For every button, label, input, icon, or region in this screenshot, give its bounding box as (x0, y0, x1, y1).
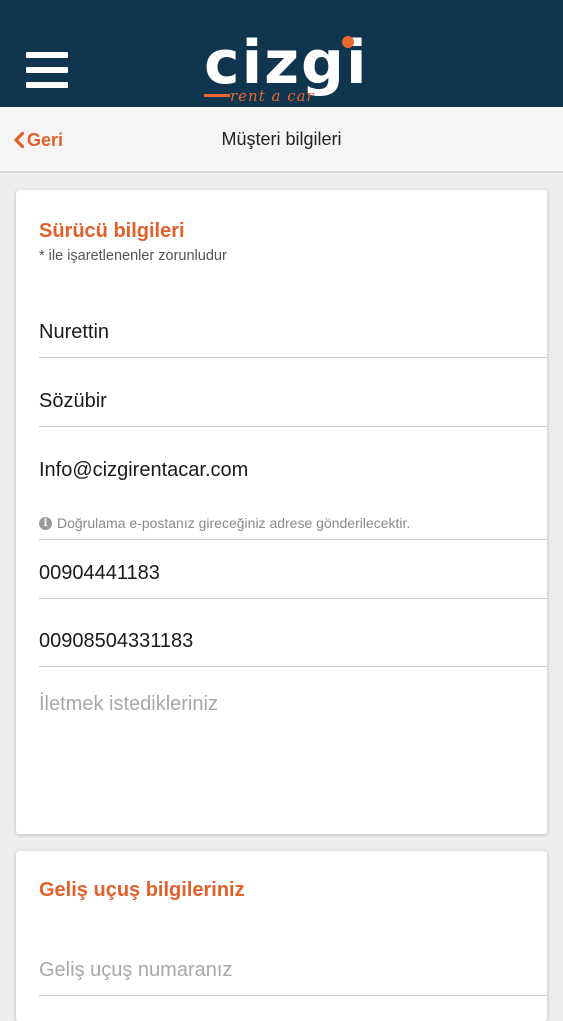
flight-info-title: Geliş uçuş bilgileriniz (39, 879, 245, 901)
driver-info-card: Sürücü bilgileri * ile işaretlenenler zo… (16, 190, 547, 834)
flight-number-input[interactable] (39, 946, 547, 996)
email-input[interactable] (39, 445, 547, 495)
message-textarea[interactable] (39, 690, 547, 830)
sub-header: Geri Müşteri bilgileri (0, 107, 563, 173)
logo-swoosh (204, 94, 230, 97)
hamburger-icon[interactable] (26, 52, 68, 88)
required-note: * ile işaretlenenler zorunludur (39, 248, 227, 264)
phone-input[interactable] (39, 549, 547, 599)
page-title: Müşteri bilgileri (221, 129, 342, 149)
brand-logo[interactable]: cizgi rent a car (204, 30, 367, 106)
logo-tagline: rent a car (230, 87, 315, 105)
logo-dot (342, 36, 354, 48)
divider (39, 539, 547, 540)
email-hint-text: Doğrulama e-postanız gireceğiniz adrese … (57, 515, 411, 531)
info-icon: i (39, 516, 52, 530)
flight-info-card: Geliş uçuş bilgileriniz (16, 851, 547, 1021)
last-name-input[interactable] (39, 377, 547, 427)
email-hint: i Doğrulama e-postanız gireceğiniz adres… (39, 515, 410, 531)
top-bar: cizgi rent a car (0, 0, 563, 107)
driver-info-title: Sürücü bilgileri (39, 220, 185, 242)
mobile-input[interactable] (39, 617, 547, 667)
first-name-input[interactable] (39, 308, 547, 358)
